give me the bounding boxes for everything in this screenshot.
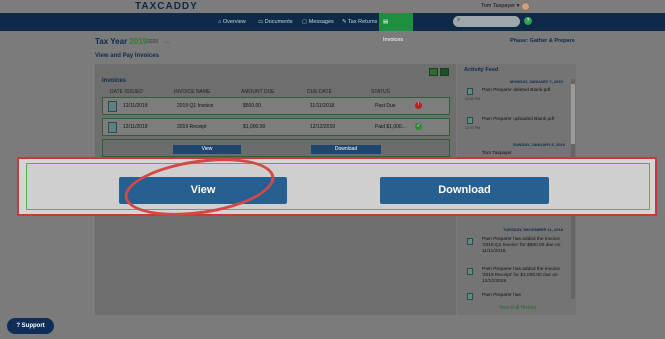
activity-date: TUESDAY, DECEMBER 11, 2018: [503, 227, 563, 232]
download-button[interactable]: Download: [380, 177, 549, 204]
column-date-issued: DATE ISSUED: [110, 89, 143, 95]
column-amount-due: AMOUNT DUE: [241, 89, 275, 95]
list-view-button[interactable]: [440, 68, 449, 76]
file-icon: [467, 293, 473, 300]
file-icon: [467, 238, 473, 245]
column-status: STATUS: [371, 89, 390, 95]
support-button[interactable]: ? Support: [7, 318, 54, 334]
home-icon: ⌂: [218, 19, 222, 25]
check-icon: ✓: [415, 123, 422, 130]
taxcaddy-logo[interactable]: TAXCADDY: [135, 1, 198, 12]
nav-overview[interactable]: ⌂ Overview: [214, 13, 250, 31]
section-title: View and Pay Invoices: [95, 53, 159, 59]
activity-item: Pam Preparer has added the invoice '2019…: [482, 237, 561, 254]
invoice-document-icon: [108, 101, 117, 112]
main-nav: ⌂ Overview ▭ Documents ▢ Messages ✎ Tax …: [0, 13, 665, 43]
activity-time: 12:07 PM: [465, 126, 480, 130]
tax-return-icon: ✎: [342, 19, 347, 25]
download-button-small[interactable]: Download: [311, 145, 381, 154]
activity-feed-title: Activity Feed: [464, 67, 499, 73]
activity-date: MONDAY, JANUARY 7, 2019: [510, 79, 563, 84]
more-years[interactable]: ...: [165, 39, 169, 45]
activity-item: Pam Preparer has: [482, 293, 521, 298]
help-icon[interactable]: ?: [524, 17, 532, 25]
zoom-callout-inner: View Download: [26, 163, 650, 210]
search-input[interactable]: ⌕: [453, 16, 520, 27]
phase-label: Phase: Gather & Prepare: [510, 38, 575, 44]
activity-item: Pam Preparer deleted Blank.pdf: [482, 88, 551, 93]
search-icon: ⌕: [457, 17, 461, 23]
column-invoice-name: INVOICE NAME: [174, 89, 211, 95]
user-menu[interactable]: Tom Taxpayer ▾: [481, 3, 519, 9]
nav-invoices[interactable]: ▤ Invoices: [379, 13, 413, 43]
table-row[interactable]: 12/11/2018 2019 Q1 Invoice $500.00 11/11…: [102, 97, 450, 115]
nav-tax-returns[interactable]: ✎ Tax Returns: [338, 13, 381, 31]
user-name: Tom Taxpayer: [481, 3, 516, 9]
activity-item: Pam Preparer has added the invoice '2019…: [482, 267, 560, 284]
file-icon: [467, 268, 473, 275]
nav-messages[interactable]: ▢ Messages: [298, 13, 338, 31]
nav-documents[interactable]: ▭ Documents: [254, 13, 297, 31]
message-icon: ▢: [302, 19, 308, 25]
column-due-date: DUE DATE: [307, 89, 332, 95]
invoices-heading: Invoices: [102, 78, 127, 84]
alert-icon: !: [415, 102, 422, 109]
chevron-down-icon: ▾: [516, 3, 520, 9]
invoice-icon: ▤: [383, 19, 389, 25]
table-row[interactable]: 12/11/2018 2019 Receipt $1,000.00 12/12/…: [102, 118, 450, 136]
view-button-small[interactable]: View: [173, 145, 241, 154]
invoice-actions-row: View Download: [102, 139, 450, 157]
activity-time: 12:09 PM: [465, 97, 480, 101]
activity-item: Pam Preparer uploaded Blank.pdf: [482, 117, 555, 122]
invoice-document-icon: [108, 122, 117, 133]
file-icon: [467, 117, 473, 124]
view-full-history-link[interactable]: View Full History: [499, 305, 536, 311]
avatar[interactable]: [521, 2, 530, 11]
scroll-thumb[interactable]: [571, 84, 575, 144]
help-circle-icon: ?: [16, 323, 20, 329]
selected-year[interactable]: 2019: [129, 37, 147, 46]
activity-date: SUNDAY, JANUARY 6, 2019: [513, 142, 565, 147]
top-bar: [0, 0, 665, 13]
year-2020-link[interactable]: 2020: [147, 39, 158, 45]
file-icon: [467, 88, 473, 95]
document-icon: ▭: [258, 19, 264, 25]
zoom-callout: View Download: [17, 157, 657, 216]
page-title: Tax Year 2019: [95, 37, 148, 46]
grid-view-button[interactable]: [429, 68, 438, 76]
